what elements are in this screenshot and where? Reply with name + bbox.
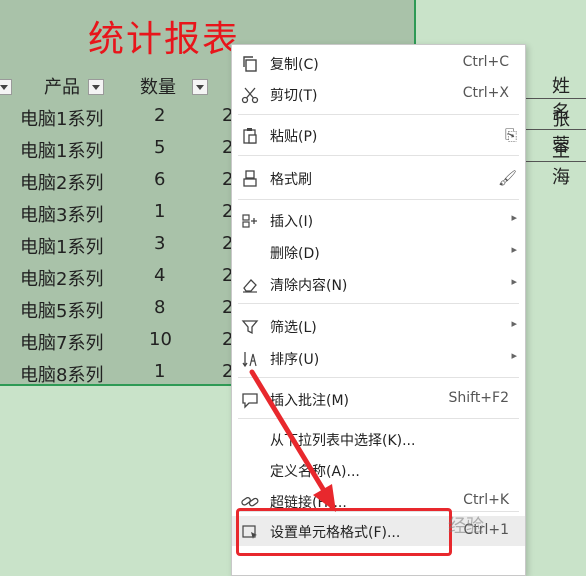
annotation-arrow xyxy=(249,369,336,512)
watermark-text: 经验 xyxy=(448,516,484,537)
annotation-highlight-box xyxy=(236,508,452,556)
